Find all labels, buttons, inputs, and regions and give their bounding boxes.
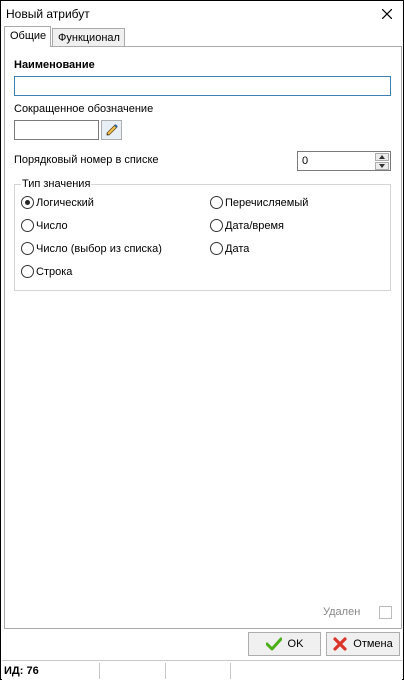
status-divider [230, 663, 231, 679]
name-input[interactable] [14, 76, 391, 96]
radio-label: Перечисляемый [225, 196, 309, 209]
deleted-checkbox[interactable] [379, 606, 392, 619]
radio-label: Число (выбор из списка) [36, 242, 162, 255]
radio-logical[interactable]: Логический [21, 196, 94, 209]
value-type-group: Тип значения Логический Число Число (выб… [14, 178, 391, 291]
radio-string[interactable]: Строка [21, 265, 72, 278]
arrow-down-icon [379, 164, 385, 168]
tab-functional[interactable]: Функционал [52, 28, 125, 47]
order-value[interactable]: 0 [302, 155, 308, 167]
status-divider [99, 663, 100, 679]
radio-label: Строка [36, 265, 73, 278]
radio-number[interactable]: Число [21, 219, 68, 232]
order-label: Порядковый номер в списке [14, 154, 159, 166]
radio-button[interactable] [21, 242, 34, 255]
abbr-input[interactable] [14, 120, 99, 140]
radio-label: Логический [36, 196, 94, 209]
status-divider [165, 663, 166, 679]
radio-label: Дата/время [225, 219, 285, 232]
dialog-window: Новый атрибут Общие Функционал Наименова… [0, 0, 404, 680]
name-label: Наименование [14, 59, 95, 71]
deleted-label: Удален [323, 606, 361, 618]
ok-button[interactable]: OK [248, 632, 321, 656]
general-tab-panel: Наименование Сокращенное обозначение Пор… [4, 46, 402, 629]
radio-button[interactable] [210, 242, 223, 255]
order-spinbox[interactable]: 0 [297, 151, 391, 171]
abbr-label: Сокращенное обозначение [14, 103, 154, 115]
tab-general[interactable]: Общие [4, 26, 51, 47]
radio-label: Число [36, 219, 68, 232]
cross-icon [333, 637, 347, 651]
checkmark-icon [265, 637, 282, 651]
window-title: Новый атрибут [6, 7, 90, 21]
spin-down-button[interactable] [375, 162, 389, 170]
arrow-up-icon [379, 155, 385, 159]
status-bar: ИД: 76 [2, 660, 402, 680]
cancel-label: Отмена [353, 638, 393, 650]
status-id: ИД: 76 [4, 665, 39, 677]
radio-number-list[interactable]: Число (выбор из списка) [21, 242, 162, 255]
pencil-icon [106, 124, 118, 136]
value-type-caption: Тип значения [21, 178, 92, 190]
tab-strip: Общие Функционал [4, 26, 400, 47]
abbr-pick-button[interactable] [101, 120, 122, 140]
radio-button[interactable] [210, 196, 223, 209]
radio-button[interactable] [21, 196, 34, 209]
radio-button[interactable] [21, 219, 34, 232]
radio-enumerable[interactable]: Перечисляемый [210, 196, 308, 209]
cancel-button[interactable]: Отмена [326, 632, 400, 656]
close-icon [382, 9, 392, 19]
radio-date[interactable]: Дата [210, 242, 249, 255]
spin-up-button[interactable] [375, 153, 389, 161]
title-bar: Новый атрибут [2, 2, 402, 26]
close-button[interactable] [378, 5, 396, 23]
ok-label: OK [287, 638, 304, 650]
radio-datetime[interactable]: Дата/время [210, 219, 284, 232]
radio-button[interactable] [210, 219, 223, 232]
radio-label: Дата [225, 242, 250, 255]
radio-button[interactable] [21, 265, 34, 278]
